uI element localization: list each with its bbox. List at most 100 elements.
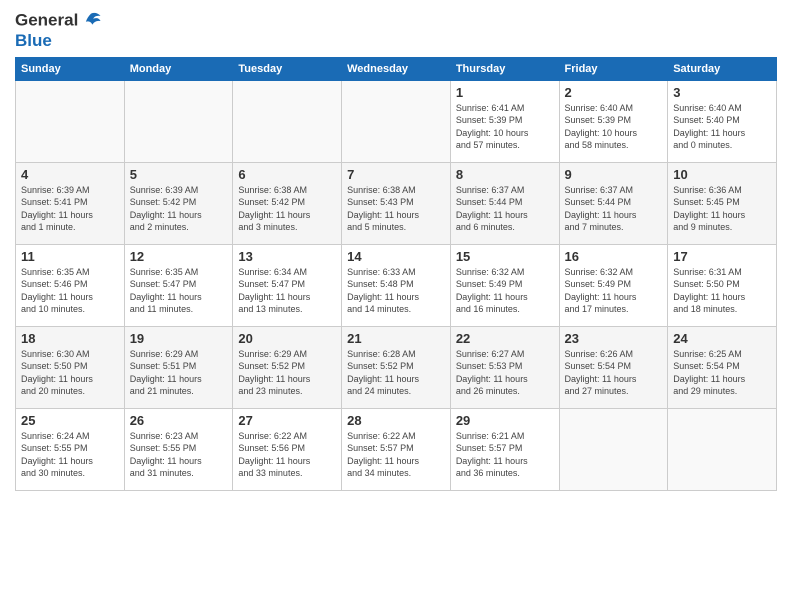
day-info: Sunrise: 6:41 AM Sunset: 5:39 PM Dayligh… <box>456 102 554 152</box>
calendar-cell: 26Sunrise: 6:23 AM Sunset: 5:55 PM Dayli… <box>124 408 233 490</box>
day-info: Sunrise: 6:36 AM Sunset: 5:45 PM Dayligh… <box>673 184 771 234</box>
day-info: Sunrise: 6:39 AM Sunset: 5:41 PM Dayligh… <box>21 184 119 234</box>
calendar-cell: 8Sunrise: 6:37 AM Sunset: 5:44 PM Daylig… <box>450 162 559 244</box>
day-number: 13 <box>238 249 336 264</box>
day-info: Sunrise: 6:35 AM Sunset: 5:46 PM Dayligh… <box>21 266 119 316</box>
calendar-cell: 20 Sunrise: 6:29 AM Sunset: 5:52 PM Dayli… <box>233 326 342 408</box>
logo-blue: Blue <box>15 32 102 51</box>
day-number: 11 <box>21 249 119 264</box>
calendar-cell: 4 Sunrise: 6:39 AM Sunset: 5:41 PM Daylig… <box>16 162 125 244</box>
weekday-header-cell: Thursday <box>450 57 559 80</box>
logo: General Blue <box>15 10 102 51</box>
day-info: Sunrise: 6:23 AM Sunset: 5:55 PM Dayligh… <box>130 430 228 480</box>
day-info: Sunrise: 6:32 AM Sunset: 5:49 PM Dayligh… <box>456 266 554 316</box>
calendar-cell: 19 Sunrise: 6:29 AM Sunset: 5:51 PM Dayli… <box>124 326 233 408</box>
day-info: Sunrise: 6:28 AM Sunset: 5:52 PM Dayligh… <box>347 348 445 398</box>
calendar-cell <box>342 80 451 162</box>
day-number: 15 <box>456 249 554 264</box>
weekday-header-cell: Friday <box>559 57 668 80</box>
day-info: Sunrise: 6:33 AM Sunset: 5:48 PM Dayligh… <box>347 266 445 316</box>
weekday-header-cell: Monday <box>124 57 233 80</box>
day-info: Sunrise: 6:40 AM Sunset: 5:40 PM Dayligh… <box>673 102 771 152</box>
calendar-cell: 24 Sunrise: 6:25 AM Sunset: 5:54 PM Dayli… <box>668 326 777 408</box>
weekday-header-cell: Sunday <box>16 57 125 80</box>
day-number: 16 <box>565 249 663 264</box>
day-number: 7 <box>347 167 445 182</box>
day-info: Sunrise: 6:21 AM Sunset: 5:57 PM Dayligh… <box>456 430 554 480</box>
calendar-week-row: 1Sunrise: 6:41 AM Sunset: 5:39 PM Daylig… <box>16 80 777 162</box>
weekday-header-row: SundayMondayTuesdayWednesdayThursdayFrid… <box>16 57 777 80</box>
day-number: 6 <box>238 167 336 182</box>
calendar-week-row: 11 Sunrise: 6:35 AM Sunset: 5:46 PM Dayli… <box>16 244 777 326</box>
day-info: Sunrise: 6:38 AM Sunset: 5:43 PM Dayligh… <box>347 184 445 234</box>
day-number: 5 <box>130 167 228 182</box>
day-info: Sunrise: 6:22 AM Sunset: 5:56 PM Dayligh… <box>238 430 336 480</box>
day-info: Sunrise: 6:27 AM Sunset: 5:53 PM Dayligh… <box>456 348 554 398</box>
day-number: 25 <box>21 413 119 428</box>
day-number: 14 <box>347 249 445 264</box>
day-info: Sunrise: 6:35 AM Sunset: 5:47 PM Dayligh… <box>130 266 228 316</box>
calendar-cell <box>668 408 777 490</box>
day-info: Sunrise: 6:40 AM Sunset: 5:39 PM Dayligh… <box>565 102 663 152</box>
calendar-cell: 12 Sunrise: 6:35 AM Sunset: 5:47 PM Dayli… <box>124 244 233 326</box>
weekday-header-cell: Saturday <box>668 57 777 80</box>
calendar-cell: 1Sunrise: 6:41 AM Sunset: 5:39 PM Daylig… <box>450 80 559 162</box>
calendar-cell: 17 Sunrise: 6:31 AM Sunset: 5:50 PM Dayli… <box>668 244 777 326</box>
calendar-cell: 15 Sunrise: 6:32 AM Sunset: 5:49 PM Dayli… <box>450 244 559 326</box>
logo-general: General <box>15 10 102 32</box>
calendar-cell <box>233 80 342 162</box>
calendar-cell: 28 Sunrise: 6:22 AM Sunset: 5:57 PM Dayli… <box>342 408 451 490</box>
calendar-cell: 23 Sunrise: 6:26 AM Sunset: 5:54 PM Dayli… <box>559 326 668 408</box>
day-number: 12 <box>130 249 228 264</box>
day-number: 17 <box>673 249 771 264</box>
day-info: Sunrise: 6:29 AM Sunset: 5:51 PM Dayligh… <box>130 348 228 398</box>
calendar-cell <box>559 408 668 490</box>
calendar-table: SundayMondayTuesdayWednesdayThursdayFrid… <box>15 57 777 491</box>
day-info: Sunrise: 6:39 AM Sunset: 5:42 PM Dayligh… <box>130 184 228 234</box>
header: General Blue <box>15 10 777 51</box>
day-number: 20 <box>238 331 336 346</box>
calendar-cell: 3 Sunrise: 6:40 AM Sunset: 5:40 PM Daylig… <box>668 80 777 162</box>
day-number: 27 <box>238 413 336 428</box>
day-number: 19 <box>130 331 228 346</box>
calendar-cell: 13 Sunrise: 6:34 AM Sunset: 5:47 PM Dayli… <box>233 244 342 326</box>
day-number: 24 <box>673 331 771 346</box>
calendar-cell: 7 Sunrise: 6:38 AM Sunset: 5:43 PM Daylig… <box>342 162 451 244</box>
calendar-week-row: 25 Sunrise: 6:24 AM Sunset: 5:55 PM Dayli… <box>16 408 777 490</box>
day-number: 8 <box>456 167 554 182</box>
day-info: Sunrise: 6:38 AM Sunset: 5:42 PM Dayligh… <box>238 184 336 234</box>
day-info: Sunrise: 6:34 AM Sunset: 5:47 PM Dayligh… <box>238 266 336 316</box>
page: General Blue SundayMondayTuesdayWednesda… <box>0 0 792 612</box>
day-number: 2 <box>565 85 663 100</box>
day-info: Sunrise: 6:22 AM Sunset: 5:57 PM Dayligh… <box>347 430 445 480</box>
day-info: Sunrise: 6:32 AM Sunset: 5:49 PM Dayligh… <box>565 266 663 316</box>
day-info: Sunrise: 6:26 AM Sunset: 5:54 PM Dayligh… <box>565 348 663 398</box>
calendar-cell: 11 Sunrise: 6:35 AM Sunset: 5:46 PM Dayli… <box>16 244 125 326</box>
day-number: 22 <box>456 331 554 346</box>
calendar-cell <box>16 80 125 162</box>
day-number: 21 <box>347 331 445 346</box>
day-info: Sunrise: 6:24 AM Sunset: 5:55 PM Dayligh… <box>21 430 119 480</box>
calendar-cell: 29Sunrise: 6:21 AM Sunset: 5:57 PM Dayli… <box>450 408 559 490</box>
calendar-cell: 5 Sunrise: 6:39 AM Sunset: 5:42 PM Daylig… <box>124 162 233 244</box>
calendar-cell: 10Sunrise: 6:36 AM Sunset: 5:45 PM Dayli… <box>668 162 777 244</box>
calendar-cell <box>124 80 233 162</box>
day-number: 3 <box>673 85 771 100</box>
day-info: Sunrise: 6:25 AM Sunset: 5:54 PM Dayligh… <box>673 348 771 398</box>
calendar-cell: 21 Sunrise: 6:28 AM Sunset: 5:52 PM Dayli… <box>342 326 451 408</box>
calendar-cell: 27 Sunrise: 6:22 AM Sunset: 5:56 PM Dayli… <box>233 408 342 490</box>
calendar-cell: 6 Sunrise: 6:38 AM Sunset: 5:42 PM Daylig… <box>233 162 342 244</box>
calendar-cell: 16 Sunrise: 6:32 AM Sunset: 5:49 PM Dayli… <box>559 244 668 326</box>
day-info: Sunrise: 6:29 AM Sunset: 5:52 PM Dayligh… <box>238 348 336 398</box>
day-info: Sunrise: 6:30 AM Sunset: 5:50 PM Dayligh… <box>21 348 119 398</box>
calendar-week-row: 4 Sunrise: 6:39 AM Sunset: 5:41 PM Daylig… <box>16 162 777 244</box>
calendar-cell: 25 Sunrise: 6:24 AM Sunset: 5:55 PM Dayli… <box>16 408 125 490</box>
calendar-cell: 9Sunrise: 6:37 AM Sunset: 5:44 PM Daylig… <box>559 162 668 244</box>
day-number: 23 <box>565 331 663 346</box>
calendar-week-row: 18Sunrise: 6:30 AM Sunset: 5:50 PM Dayli… <box>16 326 777 408</box>
calendar-cell: 14 Sunrise: 6:33 AM Sunset: 5:48 PM Dayli… <box>342 244 451 326</box>
day-info: Sunrise: 6:31 AM Sunset: 5:50 PM Dayligh… <box>673 266 771 316</box>
day-number: 28 <box>347 413 445 428</box>
day-number: 4 <box>21 167 119 182</box>
calendar-body: 1Sunrise: 6:41 AM Sunset: 5:39 PM Daylig… <box>16 80 777 490</box>
